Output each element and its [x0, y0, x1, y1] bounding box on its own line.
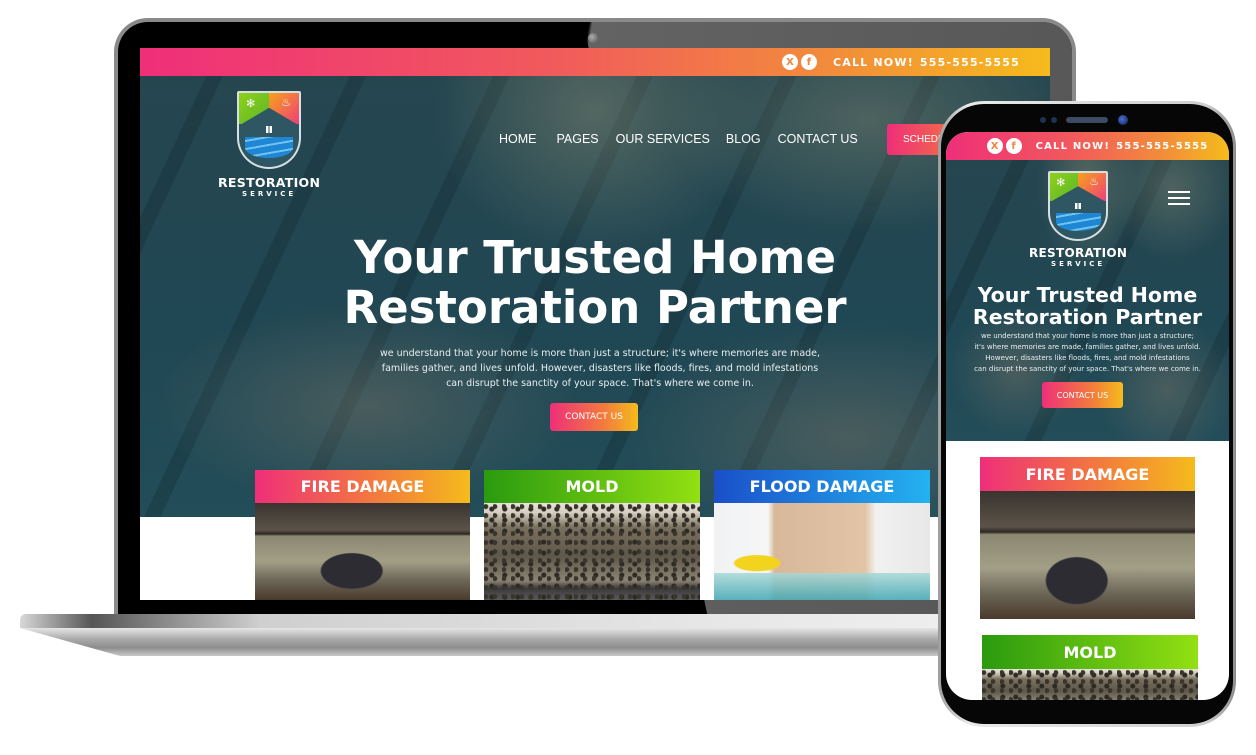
hero-title-line-2: Restoration Partner	[972, 305, 1203, 329]
laptop-base	[20, 628, 1020, 656]
phone-number[interactable]: 555-555-5555	[920, 56, 1020, 69]
call-now[interactable]: CALL NOW! 555-555-5555	[1036, 141, 1209, 152]
logo-subtitle: SERVICE	[242, 190, 297, 198]
mobile-top-bar: X f CALL NOW! 555-555-5555	[946, 132, 1229, 160]
hero-section: ✻ ♨ RESTORATION SERVICE HOME PAGES OUR S…	[140, 76, 1050, 517]
hero-description-line: it's where memories are made, families g…	[974, 343, 1201, 351]
logo-subtitle: SERVICE	[1051, 260, 1106, 268]
facebook-icon[interactable]: f	[800, 54, 817, 70]
flame-icon: ♨	[1089, 175, 1100, 188]
x-twitter-icon[interactable]: X	[781, 54, 798, 70]
virus-icon: ✻	[246, 97, 256, 110]
mobile-contact-us-button[interactable]: CONTACT US	[1042, 382, 1123, 408]
nav-pages[interactable]: PAGES	[557, 132, 599, 146]
hero-description-line: we understand that your home is more tha…	[981, 332, 1194, 340]
mobile-website: ✻ ♨ RESTORATION SERVICE Your Trusted Hom…	[946, 132, 1229, 700]
phone-sensor-icon	[1051, 117, 1057, 123]
nav-home[interactable]: HOME	[499, 132, 537, 146]
hero-description: we understand that your home is more tha…	[340, 346, 860, 391]
hero-description-line: we understand that your home is more tha…	[379, 348, 821, 359]
hero-title-line-1: Your Trusted Home	[977, 283, 1198, 307]
site-logo[interactable]: ✻ ♨ RESTORATION SERVICE	[218, 91, 320, 198]
mobile-site-logo[interactable]: ✻ ♨ RESTORATION SERVICE	[1029, 171, 1127, 268]
virus-icon: ✻	[1056, 176, 1066, 189]
facebook-icon[interactable]: f	[1005, 138, 1022, 154]
call-now-label: CALL NOW!	[1035, 140, 1111, 152]
mobile-service-card-fire[interactable]: FIRE DAMAGE	[980, 457, 1195, 619]
mobile-hero-title: Your Trusted Home Restoration Partner	[946, 284, 1229, 328]
mobile-hero-section: ✻ ♨ RESTORATION SERVICE Your Trusted Hom…	[946, 160, 1229, 441]
logo-title: RESTORATION	[218, 175, 321, 190]
logo-shield-icon: ✻ ♨	[237, 91, 302, 169]
nav-contact-us[interactable]: CONTACT US	[778, 132, 858, 146]
social-links: X f	[781, 54, 817, 70]
hero-title-line-2: Restoration Partner	[343, 281, 847, 334]
service-card-flood[interactable]: FLOOD DAMAGE	[714, 470, 930, 600]
logo-window	[266, 126, 273, 133]
fire-damage-image	[980, 491, 1195, 619]
flood-water	[714, 572, 930, 600]
service-card-title: FIRE DAMAGE	[255, 470, 470, 503]
hero-description-line: families gather, and lives unfold. Howev…	[381, 363, 819, 374]
main-nav: HOME PAGES OUR SERVICES BLOG CONTACT US	[499, 132, 858, 146]
hero-description-line: However, disasters like floods, fires, a…	[985, 354, 1190, 362]
laptop-camera-icon	[588, 33, 598, 43]
call-now-label: CALL NOW!	[832, 55, 914, 69]
nav-blog[interactable]: BLOG	[726, 132, 761, 146]
mold-image	[484, 503, 700, 600]
call-now[interactable]: CALL NOW! 555-555-5555	[833, 56, 1020, 69]
x-twitter-icon[interactable]: X	[986, 138, 1003, 154]
device-mockup: ✻ ♨ RESTORATION SERVICE HOME PAGES OUR S…	[0, 0, 1256, 755]
nav-our-services[interactable]: OUR SERVICES	[616, 132, 710, 146]
hero-title-line-1: Your Trusted Home	[354, 231, 836, 284]
logo-title: RESTORATION	[1029, 246, 1128, 260]
logo-water-icon	[1055, 212, 1101, 232]
hero-title: Your Trusted Home Restoration Partner	[140, 233, 1050, 333]
menu-hamburger-icon[interactable]	[1168, 191, 1190, 205]
phone-speaker	[1066, 117, 1108, 123]
logo-shield-icon: ✻ ♨	[1048, 171, 1109, 241]
flood-damage-image	[714, 503, 930, 600]
hero-description-line: can disrupt the sanctity of your space. …	[974, 365, 1201, 373]
service-card-title: FIRE DAMAGE	[980, 457, 1195, 491]
contact-us-button[interactable]: CONTACT US	[550, 403, 638, 431]
service-card-title: MOLD	[982, 635, 1198, 669]
phone-camera-icon	[1118, 115, 1128, 125]
service-card-fire[interactable]: FIRE DAMAGE	[255, 470, 470, 600]
fire-damage-image	[255, 503, 470, 600]
service-card-title: MOLD	[484, 470, 700, 503]
phone-number[interactable]: 555-555-5555	[1116, 141, 1208, 152]
flame-icon: ♨	[281, 96, 292, 109]
mobile-hero-description: we understand that your home is more tha…	[952, 331, 1223, 375]
logo-window	[1075, 202, 1081, 209]
service-card-title: FLOOD DAMAGE	[714, 470, 930, 503]
mold-image	[982, 669, 1198, 700]
logo-water-icon	[245, 137, 294, 159]
service-card-mold[interactable]: MOLD	[484, 470, 700, 600]
social-links: X f	[986, 138, 1022, 154]
hero-description-line: can disrupt the sanctity of your space. …	[446, 378, 754, 389]
top-bar: X f CALL NOW! 555-555-5555	[140, 48, 1050, 76]
desktop-website: ✻ ♨ RESTORATION SERVICE HOME PAGES OUR S…	[140, 48, 1050, 600]
phone-sensor-icon	[1040, 117, 1046, 123]
mobile-service-card-mold[interactable]: MOLD	[982, 635, 1198, 700]
